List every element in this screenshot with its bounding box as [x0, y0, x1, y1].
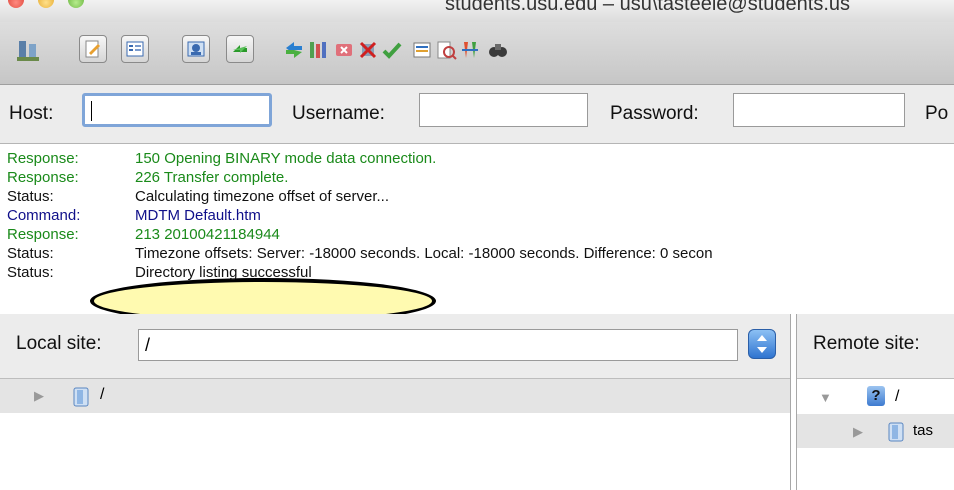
text-caret — [91, 101, 92, 121]
host-label: Host: — [9, 103, 54, 124]
zoom-window-button[interactable] — [68, 0, 84, 8]
local-site-dropdown-button[interactable] — [748, 329, 776, 359]
quickconnect-bar: Host: Username: Password: Po — [0, 85, 954, 144]
username-label: Username: — [292, 103, 385, 124]
password-label: Password: — [610, 103, 699, 124]
local-tree-root-label: / — [100, 386, 105, 403]
log-message: Directory listing successful — [135, 264, 312, 281]
log-type: Status: — [7, 188, 54, 205]
site-manager-icon[interactable] — [14, 36, 42, 64]
minimize-window-button[interactable] — [38, 0, 54, 8]
title-bar: students.usu.edu – usu\tasteele@students… — [0, 0, 954, 22]
expand-triangle-icon[interactable]: ▶ — [853, 424, 863, 440]
remote-tree-child-label: tas — [913, 422, 934, 439]
unknown-folder-icon: ? — [867, 386, 885, 406]
main-toolbar — [0, 22, 954, 85]
local-tree-row[interactable]: ▶ / — [0, 379, 790, 413]
remote-tree-root-label: / — [895, 388, 900, 405]
local-site-path-input[interactable]: / — [138, 329, 738, 361]
window-title: students.usu.edu – usu\tasteele@students… — [445, 0, 851, 15]
close-window-button[interactable] — [8, 0, 24, 8]
remote-site-bar: Remote site: — [797, 314, 954, 379]
drive-icon — [73, 387, 89, 407]
log-message: Calculating timezone offset of server... — [135, 188, 390, 205]
sync-browsing-icon[interactable] — [456, 36, 484, 64]
local-site-label: Local site: — [16, 333, 102, 354]
remote-site-pane: Remote site: ▼ ? / ▶ tas — [796, 314, 954, 490]
message-log-icon[interactable] — [79, 35, 107, 63]
remote-tree-icon[interactable] — [182, 35, 210, 63]
remote-site-label: Remote site: — [813, 333, 920, 354]
log-message: 213 20100421184944 — [135, 226, 280, 243]
username-input[interactable] — [419, 93, 588, 127]
log-message: 226 Transfer complete. — [135, 169, 289, 186]
collapse-triangle-icon[interactable]: ▼ — [819, 390, 832, 405]
remote-tree-child-row[interactable]: ▶ tas — [797, 414, 954, 448]
log-type: Response: — [7, 226, 79, 243]
log-message: Timezone offsets: Server: -18000 seconds… — [135, 245, 713, 262]
search-icon[interactable] — [484, 36, 512, 64]
log-type: Command: — [7, 207, 81, 224]
log-message: 150 Opening BINARY mode data connection. — [135, 150, 437, 167]
process-queue-icon[interactable] — [304, 36, 332, 64]
transfer-queue-icon[interactable] — [226, 35, 254, 63]
local-tree-icon[interactable] — [121, 35, 149, 63]
expand-triangle-icon[interactable]: ▶ — [34, 388, 44, 404]
log-type: Response: — [7, 150, 79, 167]
local-site-pane: Local site: / ▶ / — [0, 314, 791, 490]
log-type: Status: — [7, 245, 54, 262]
remote-tree-root-row[interactable]: ▼ ? / — [797, 382, 954, 412]
host-input[interactable] — [82, 93, 272, 127]
log-type: Response: — [7, 169, 79, 186]
log-type: Status: — [7, 264, 54, 281]
log-message: MDTM Default.htm — [135, 207, 261, 224]
folder-icon — [888, 422, 904, 442]
reconnect-icon[interactable] — [378, 36, 406, 64]
port-label: Po — [925, 103, 949, 124]
password-input[interactable] — [733, 93, 905, 127]
local-site-bar: Local site: / — [0, 314, 790, 379]
